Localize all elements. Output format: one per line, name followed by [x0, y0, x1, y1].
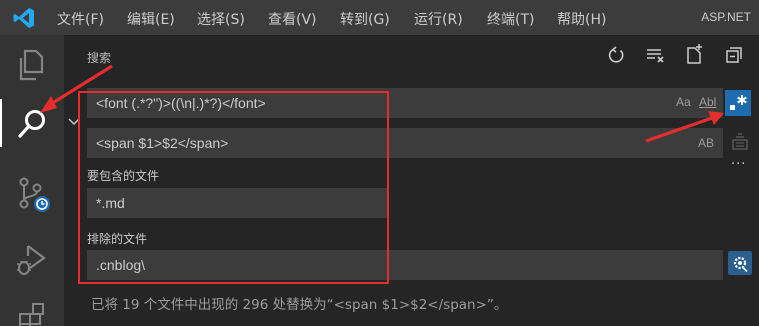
explorer-icon[interactable]: [12, 45, 52, 85]
refresh-icon[interactable]: [604, 43, 628, 67]
menu-terminal[interactable]: 终端(T): [487, 9, 534, 29]
files-to-exclude-input[interactable]: .cnblog\: [87, 250, 723, 280]
include-input-value: *.md: [96, 195, 125, 211]
use-regex-toggle[interactable]: [725, 90, 751, 116]
search-sidebar: [64, 35, 759, 326]
match-case-toggle[interactable]: Aa: [676, 95, 691, 109]
title-bar: 文件(F) 编辑(E) 选择(S) 查看(V) 转到(G) 运行(R) 终端(T…: [0, 0, 759, 35]
active-indicator: [0, 99, 2, 147]
extensions-icon[interactable]: [12, 300, 52, 326]
regex-icon: [730, 95, 747, 110]
search-view-title: 搜索: [87, 51, 112, 65]
collapse-all-icon[interactable]: [722, 43, 746, 67]
replace-input-value: <span $1>$2</span>: [96, 135, 229, 151]
use-exclude-settings-toggle[interactable]: [728, 251, 752, 275]
exclude-input-value: .cnblog\: [96, 257, 146, 273]
preserve-case-toggle[interactable]: AB: [698, 136, 714, 150]
menu-file[interactable]: 文件(F): [57, 9, 104, 29]
menu-selection[interactable]: 选择(S): [197, 9, 245, 29]
menu-view[interactable]: 查看(V): [268, 9, 317, 29]
include-label: 要包含的文件: [87, 169, 160, 183]
replace-all-icon[interactable]: [729, 131, 751, 153]
menu-go[interactable]: 转到(G): [340, 9, 390, 29]
exclude-label: 排除的文件: [87, 232, 148, 246]
menu-help[interactable]: 帮助(H): [557, 9, 606, 29]
menu-run[interactable]: 运行(R): [414, 9, 463, 29]
source-control-icon[interactable]: [12, 174, 52, 214]
more-options-toggle[interactable]: ···: [731, 157, 746, 172]
clear-results-icon[interactable]: [643, 43, 667, 67]
search-icon[interactable]: [12, 104, 52, 144]
window-title: ASP.NET: [701, 10, 751, 24]
activity-bar: [0, 35, 64, 326]
run-debug-icon[interactable]: [12, 238, 52, 278]
replace-input[interactable]: <span $1>$2</span> AB: [87, 128, 723, 158]
menu-edit[interactable]: 编辑(E): [127, 9, 175, 29]
match-whole-word-toggle[interactable]: Abl: [699, 95, 716, 109]
gear-icon: [733, 256, 748, 273]
replace-result-message: 已将 19 个文件中出现的 296 处替换为“<span $1>$2</span…: [91, 297, 508, 313]
search-input-value: <font (.*?")>((\n|.)*?)</font>: [96, 95, 266, 111]
search-input[interactable]: <font (.*?")>((\n|.)*?)</font> Aa Abl: [87, 88, 723, 118]
new-search-editor-icon[interactable]: [682, 43, 706, 67]
vscode-logo-icon: [13, 8, 34, 28]
toggle-replace-chevron-icon[interactable]: [66, 114, 82, 130]
files-to-include-input[interactable]: *.md: [87, 188, 387, 218]
